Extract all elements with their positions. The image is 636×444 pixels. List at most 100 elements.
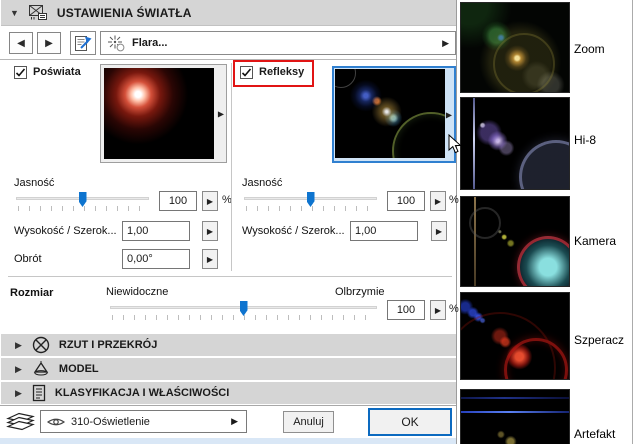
flare-type-value: Flara... bbox=[132, 37, 168, 49]
flares-preview-image bbox=[335, 69, 445, 158]
preset-label: Hi-8 bbox=[574, 133, 597, 147]
size-min-label: Niewidoczne bbox=[106, 286, 169, 298]
footer-divider bbox=[0, 405, 456, 406]
size-field[interactable]: 100 bbox=[387, 300, 425, 320]
dropdown-arrow-icon: ▶ bbox=[442, 37, 449, 48]
lens-ring bbox=[335, 69, 356, 88]
flares-brightness-field[interactable]: 100 bbox=[387, 191, 425, 211]
preset-thumbnail-szperacz[interactable] bbox=[460, 292, 570, 380]
preset-panel-border bbox=[632, 0, 633, 444]
section-label: MODEL bbox=[58, 363, 99, 375]
size-slider[interactable] bbox=[110, 301, 377, 316]
flares-brightness-spinner[interactable]: ▶ bbox=[430, 191, 446, 211]
glow-height-width-field[interactable]: 1,00 bbox=[122, 221, 190, 241]
column-divider bbox=[231, 63, 232, 271]
mouse-cursor bbox=[448, 134, 462, 154]
dialog-right-edge bbox=[456, 0, 457, 444]
glow-checkbox[interactable] bbox=[14, 66, 27, 79]
flare-type-dropdown[interactable]: Flara... ▶ bbox=[100, 31, 456, 55]
checkmark-icon bbox=[15, 68, 26, 77]
lens-ring bbox=[469, 207, 501, 239]
dialog-title: USTAWIENIA ŚWIATŁA bbox=[56, 5, 192, 20]
flyout-arrow-icon[interactable]: ▶ bbox=[446, 110, 452, 119]
size-row-divider bbox=[8, 276, 452, 277]
size-unit: % bbox=[449, 303, 459, 315]
lens-ring bbox=[517, 236, 569, 286]
slider-thumb[interactable] bbox=[78, 192, 87, 207]
section-classification-and-properties[interactable]: ▶ KLASYFIKACJA I WŁAŚCIWOŚCI bbox=[1, 382, 456, 404]
preset-label: Zoom bbox=[574, 42, 605, 56]
glow-brightness-field[interactable]: 100 bbox=[159, 191, 197, 211]
preset-thumbnail-kamera[interactable] bbox=[460, 196, 570, 287]
flares-height-width-spinner[interactable]: ▶ bbox=[431, 221, 447, 241]
glow-rotation-field[interactable]: 0,00° bbox=[122, 249, 190, 269]
light-settings-screenshot: ▼ USTAWIENIA ŚWIATŁA ◀ ▶ Flara... ▶ Pośw… bbox=[0, 0, 636, 444]
checkmark-icon bbox=[241, 68, 252, 77]
dialog-header: ▼ USTAWIENIA ŚWIATŁA bbox=[1, 0, 456, 26]
size-max-label: Olbrzymie bbox=[335, 286, 385, 298]
glow-height-width-spinner[interactable]: ▶ bbox=[202, 221, 218, 241]
lamp-icon bbox=[33, 361, 49, 376]
preset-label: Kamera bbox=[574, 234, 617, 248]
collapse-arrow-icon[interactable]: ▼ bbox=[10, 8, 19, 18]
glow-brightness-spinner[interactable]: ▶ bbox=[202, 191, 218, 211]
glow-height-width-label: Wysokość / Szerok... bbox=[14, 225, 117, 237]
glow-rotation-label: Obrót bbox=[14, 253, 42, 265]
flares-brightness-unit: % bbox=[449, 194, 459, 206]
glow-rotation-spinner[interactable]: ▶ bbox=[202, 249, 218, 269]
ok-button[interactable]: OK bbox=[368, 408, 452, 436]
flares-preview-button[interactable]: ▶ bbox=[332, 66, 456, 163]
section-label: KLASYFIKACJA I WŁAŚCIWOŚCI bbox=[54, 387, 230, 399]
glow-brightness-slider[interactable] bbox=[16, 192, 149, 207]
collapse-arrow-icon: ▶ bbox=[15, 387, 22, 398]
preset-thumbnail-zoom[interactable] bbox=[460, 2, 570, 93]
slider-ticks bbox=[246, 206, 376, 211]
document-icon bbox=[32, 384, 46, 402]
transfer-settings-icon bbox=[75, 36, 92, 51]
slider-thumb[interactable] bbox=[306, 192, 315, 207]
eye-icon bbox=[47, 418, 65, 425]
section-model[interactable]: ▶ MODEL bbox=[1, 358, 456, 380]
preset-label: Szperacz bbox=[574, 333, 625, 347]
glow-checkbox-label: Poświata bbox=[33, 66, 81, 78]
preset-label: Artefakt bbox=[574, 427, 616, 441]
arrow-right-icon: ▶ bbox=[45, 37, 53, 49]
flares-checkbox[interactable] bbox=[240, 66, 253, 79]
section-label: RZUT I PRZEKRÓJ bbox=[58, 339, 158, 351]
lens-ring bbox=[493, 33, 556, 92]
flare-icon bbox=[108, 35, 125, 52]
lens-ring bbox=[519, 139, 569, 189]
flare-streak bbox=[473, 98, 475, 189]
collapse-arrow-icon: ▶ bbox=[15, 339, 22, 350]
transfer-settings-button[interactable] bbox=[70, 31, 96, 55]
glow-preview-button[interactable]: ▶ bbox=[100, 64, 227, 163]
light-settings-icon bbox=[28, 5, 47, 20]
dialog-bottom-strip bbox=[0, 438, 456, 444]
size-spinner[interactable]: ▶ bbox=[430, 300, 446, 320]
cancel-button[interactable]: Anuluj bbox=[283, 411, 334, 433]
slider-ticks bbox=[18, 206, 148, 211]
arrow-left-icon: ◀ bbox=[17, 37, 25, 49]
flares-checkbox-label: Refleksy bbox=[259, 66, 305, 78]
flares-height-width-label: Wysokość / Szerok... bbox=[242, 225, 345, 237]
glow-brightness-label: Jasność bbox=[14, 177, 55, 189]
flare-dots bbox=[461, 390, 569, 444]
glow-preview-image bbox=[104, 68, 214, 159]
section-floor-plan-and-section[interactable]: ▶ RZUT I PRZEKRÓJ bbox=[1, 334, 456, 356]
flares-brightness-label: Jasność bbox=[242, 177, 283, 189]
preset-thumbnail-artefakt[interactable] bbox=[460, 389, 570, 444]
layers-icon bbox=[6, 412, 35, 431]
flares-brightness-slider[interactable] bbox=[244, 192, 377, 207]
size-label: Rozmiar bbox=[10, 287, 54, 299]
layer-name: 310-Oświetlenie bbox=[71, 415, 150, 428]
flares-height-width-field[interactable]: 1,00 bbox=[350, 221, 418, 241]
slider-thumb[interactable] bbox=[239, 301, 248, 316]
lens-ring bbox=[392, 111, 445, 158]
collapse-arrow-icon: ▶ bbox=[15, 363, 22, 374]
flyout-arrow-icon[interactable]: ▶ bbox=[218, 109, 224, 118]
next-light-button[interactable]: ▶ bbox=[37, 32, 61, 54]
dropdown-arrow-icon: ▶ bbox=[231, 416, 238, 426]
previous-light-button[interactable]: ◀ bbox=[9, 32, 33, 54]
preset-thumbnail-hi8[interactable] bbox=[460, 97, 570, 190]
layer-dropdown[interactable]: 310-Oświetlenie ▶ bbox=[40, 410, 247, 433]
